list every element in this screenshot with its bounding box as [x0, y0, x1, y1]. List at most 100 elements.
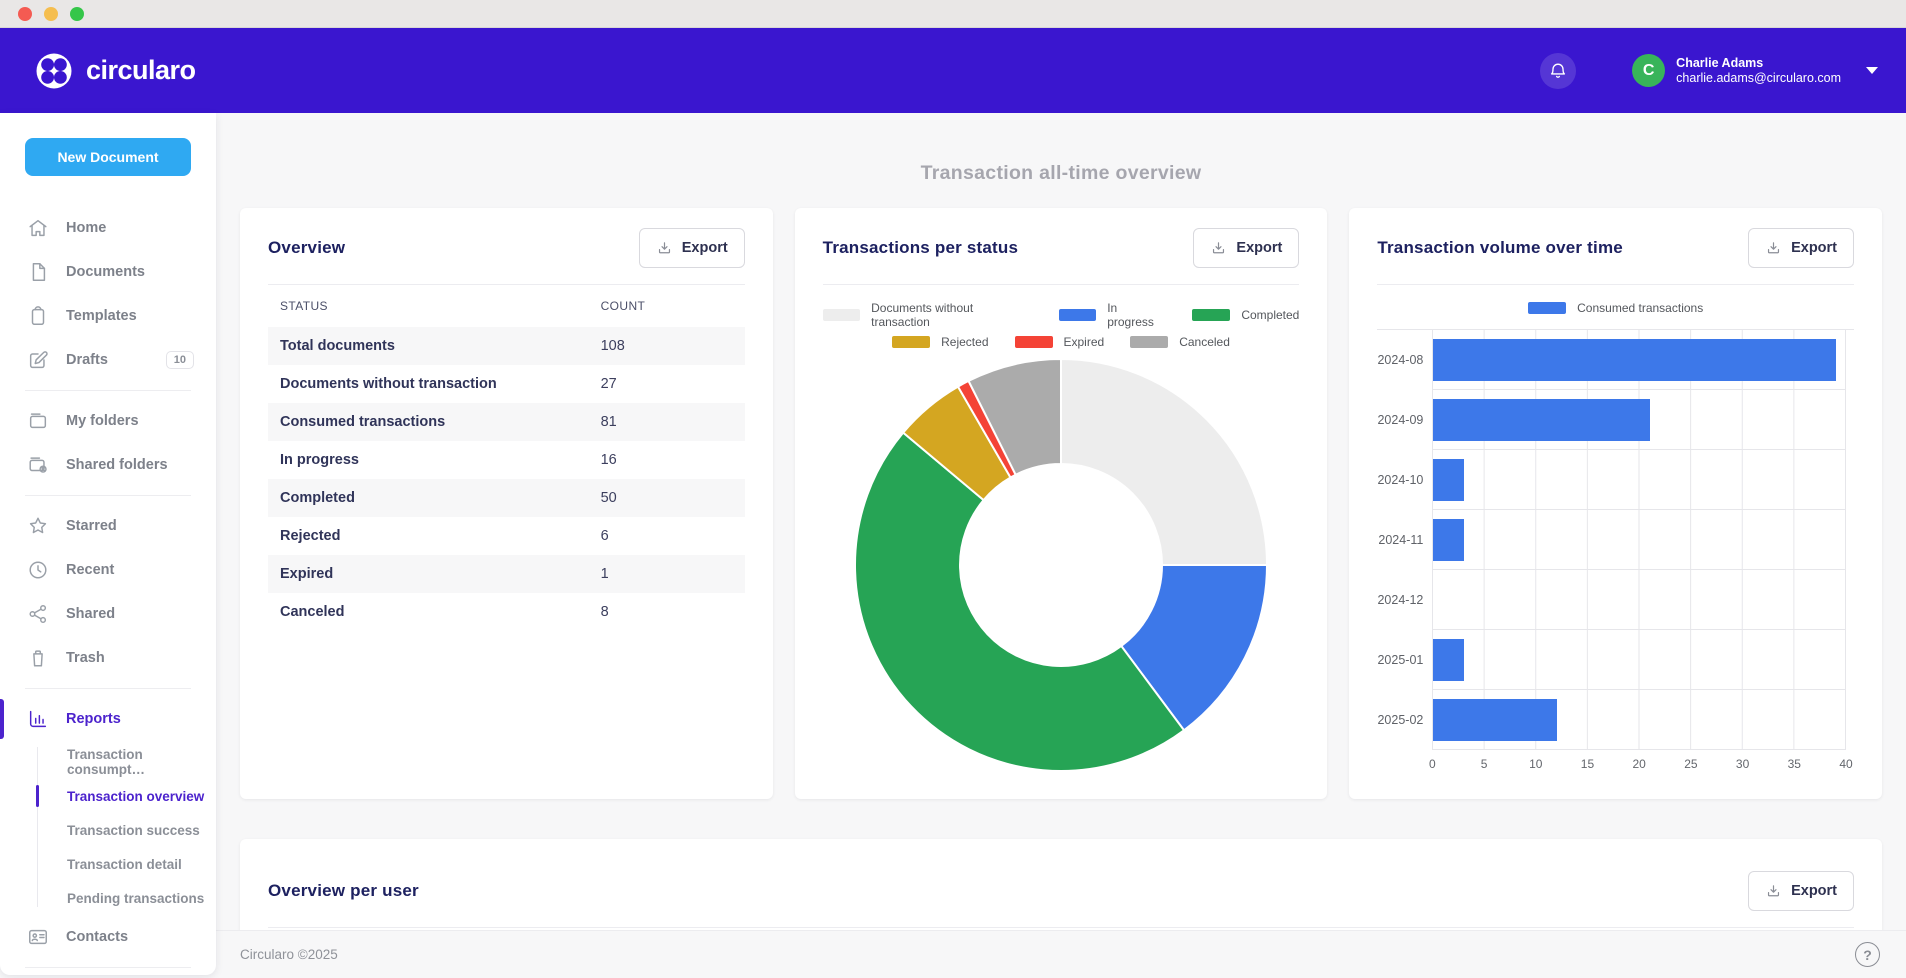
sidebar-divider	[25, 688, 191, 689]
new-document-button[interactable]: New Document	[25, 138, 191, 176]
minimize-button[interactable]	[44, 7, 58, 21]
legend-item[interactable]: Completed	[1192, 301, 1299, 329]
export-button[interactable]: Export	[1193, 228, 1299, 268]
edit-icon	[27, 349, 49, 371]
x-tick-label: 0	[1429, 757, 1436, 771]
bar	[1433, 399, 1650, 441]
legend-item[interactable]: Documents without transaction	[823, 301, 1033, 329]
macos-titlebar	[0, 0, 1906, 28]
sidebar-item-trash[interactable]: Trash	[0, 636, 216, 680]
legend-label: Completed	[1241, 308, 1299, 322]
clipboard-icon	[27, 305, 49, 327]
bar-track	[1432, 330, 1846, 390]
sidebar-item-reports[interactable]: Reports	[0, 697, 216, 741]
legend-swatch	[1192, 309, 1230, 321]
status-column-header: STATUS	[280, 299, 601, 313]
status-cell: In progress	[280, 452, 601, 468]
category-label: 2024-11	[1377, 533, 1432, 547]
copyright-text: Circularo ©2025	[240, 947, 338, 962]
sidebar-item-drafts[interactable]: Drafts 10	[0, 338, 216, 382]
sidebar-subitem-pending-transactions[interactable]: Pending transactions	[0, 881, 216, 915]
sidebar-item-recent[interactable]: Recent	[0, 548, 216, 592]
close-button[interactable]	[18, 7, 32, 21]
status-cell: Canceled	[280, 604, 601, 620]
contact-card-icon	[27, 926, 49, 948]
share-icon	[27, 603, 49, 625]
sidebar-subitem-transaction-consumption[interactable]: Transaction consumpt…	[0, 745, 216, 779]
sidebar-item-documents[interactable]: Documents	[0, 250, 216, 294]
legend-swatch	[823, 309, 860, 321]
sidebar-item-shared[interactable]: Shared	[0, 592, 216, 636]
legend-swatch	[1130, 336, 1168, 348]
legend-label: Canceled	[1179, 335, 1230, 349]
count-cell: 27	[601, 376, 745, 392]
sidebar-subitem-transaction-overview[interactable]: Transaction overview	[0, 779, 216, 813]
table-row: Documents without transaction27	[268, 365, 745, 403]
sidebar-item-shared-folders[interactable]: Shared folders	[0, 443, 216, 487]
donut-legend: Documents without transaction In progress…	[823, 301, 1300, 349]
table-row: Total documents108	[268, 327, 745, 365]
bar-track	[1432, 630, 1846, 690]
category-label: 2025-02	[1377, 713, 1432, 727]
sidebar-divider	[25, 390, 191, 391]
sidebar-item-home[interactable]: Home	[0, 206, 216, 250]
home-icon	[27, 217, 49, 239]
user-avatar: C	[1632, 54, 1665, 87]
sidebar-item-label: Reports	[66, 711, 121, 727]
sidebar-divider	[25, 967, 191, 968]
transactions-per-status-card: Transactions per status Export Documents…	[795, 208, 1328, 799]
sidebar-item-label: Home	[66, 220, 106, 236]
table-row: In progress16	[268, 441, 745, 479]
legend-item[interactable]: Canceled	[1130, 335, 1230, 349]
sidebar-item-starred[interactable]: Starred	[0, 504, 216, 548]
volume-legend: Consumed transactions	[1377, 301, 1854, 315]
sidebar-item-my-folders[interactable]: My folders	[0, 399, 216, 443]
x-tick-label: 5	[1481, 757, 1488, 771]
sidebar-item-label: Documents	[66, 264, 145, 280]
x-tick-label: 35	[1788, 757, 1801, 771]
status-cell: Rejected	[280, 528, 601, 544]
sidebar-item-templates[interactable]: Templates	[0, 294, 216, 338]
notifications-button[interactable]	[1540, 53, 1576, 89]
sidebar-item-label: Trash	[66, 650, 105, 666]
sidebar-item-label: Contacts	[66, 929, 128, 945]
table-row: Completed50	[268, 479, 745, 517]
help-button[interactable]: ?	[1855, 942, 1880, 967]
sidebar-subitem-transaction-success[interactable]: Transaction success	[0, 813, 216, 847]
legend-item[interactable]: Expired	[1015, 335, 1105, 349]
card-title: Transactions per status	[823, 238, 1018, 258]
sidebar-item-label: My folders	[66, 413, 139, 429]
legend-label: In progress	[1107, 301, 1166, 329]
overview-card: Overview Export STATUS COUNT Total docum…	[240, 208, 773, 799]
count-cell: 6	[601, 528, 745, 544]
overview-table: Total documents108Documents without tran…	[268, 327, 745, 631]
count-cell: 50	[601, 490, 745, 506]
bell-icon	[1548, 61, 1568, 81]
x-tick-label: 40	[1839, 757, 1852, 771]
brand-logo[interactable]: circularo	[34, 51, 196, 91]
legend-item[interactable]: Consumed transactions	[1528, 301, 1703, 315]
sidebar-subitem-transaction-detail[interactable]: Transaction detail	[0, 847, 216, 881]
legend-item[interactable]: Rejected	[892, 335, 988, 349]
export-button[interactable]: Export	[1748, 871, 1854, 911]
export-button[interactable]: Export	[639, 228, 745, 268]
count-cell: 108	[601, 338, 745, 354]
sidebar-item-label: Templates	[66, 308, 137, 324]
legend-label: Consumed transactions	[1577, 301, 1703, 315]
category-label: 2024-12	[1377, 593, 1432, 607]
user-menu[interactable]: C Charlie Adams charlie.adams@circularo.…	[1632, 54, 1878, 87]
download-icon	[1765, 240, 1782, 257]
sidebar-item-contacts[interactable]: Contacts	[0, 915, 216, 959]
export-button[interactable]: Export	[1748, 228, 1854, 268]
legend-item[interactable]: In progress	[1059, 301, 1167, 329]
sidebar-item-label: Shared	[66, 606, 115, 622]
bar-track	[1432, 690, 1846, 750]
fullscreen-button[interactable]	[70, 7, 84, 21]
x-tick-label: 20	[1632, 757, 1645, 771]
shared-folder-icon	[27, 454, 49, 476]
bar	[1433, 699, 1557, 741]
x-tick-label: 15	[1581, 757, 1594, 771]
page-title: Transaction all-time overview	[240, 161, 1882, 185]
legend-label: Rejected	[941, 335, 988, 349]
bar-row: 2024-08	[1377, 330, 1854, 390]
